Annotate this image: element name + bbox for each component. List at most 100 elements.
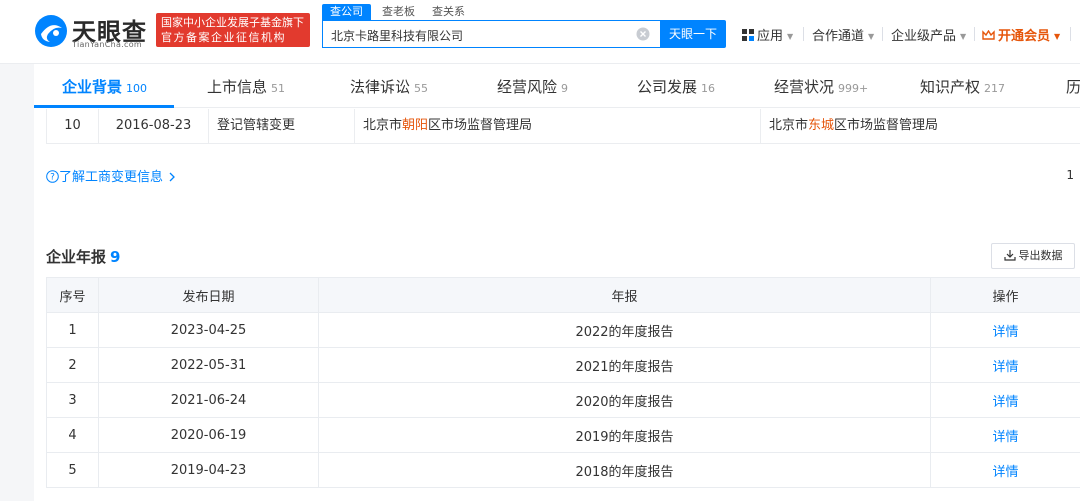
- chevron-down-icon: ▼: [868, 32, 875, 41]
- search-tab-relation[interactable]: 查关系: [432, 4, 465, 20]
- section-title-label: 企业年报: [46, 248, 107, 266]
- change-index: 10: [47, 109, 99, 144]
- change-before-text: 区市场监督管理局: [428, 118, 533, 133]
- nav-enterprise-label: 企业级产品: [891, 29, 957, 44]
- nav-divider: [974, 27, 975, 41]
- logo-domain: TianYanCha.com: [72, 40, 142, 49]
- row-report: 2020的年度报告: [318, 382, 931, 418]
- nav-divider: [803, 27, 804, 41]
- tab-count: 55: [414, 82, 429, 95]
- top-header: 天眼查 TianYanCha.com 国家中小企业发展子基金旗下 官方备案企业征…: [0, 0, 1080, 64]
- change-before-text: 北京市: [363, 118, 403, 133]
- table-row: 2 2022-05-31 2021的年度报告 详情: [46, 347, 1080, 383]
- change-info-link-label: 了解工商变更信息: [59, 170, 164, 185]
- crown-icon: [982, 29, 995, 40]
- tab-count: 16: [701, 82, 716, 95]
- row-index: 2: [46, 347, 99, 383]
- grid-icon: [742, 29, 754, 41]
- section-title: 企业年报 9: [46, 246, 120, 267]
- table-row: 3 2021-06-24 2020的年度报告 详情: [46, 382, 1080, 418]
- row-date: 2023-04-25: [98, 312, 319, 348]
- row-index: 4: [46, 417, 99, 453]
- change-info-link[interactable]: ? 了解工商变更信息: [46, 166, 177, 185]
- change-after-text: 北京市: [769, 118, 809, 133]
- detail-link[interactable]: 详情: [930, 452, 1080, 488]
- nav-divider: [882, 27, 883, 41]
- tab-label: 上市信息: [207, 78, 268, 96]
- export-button[interactable]: 导出数据: [991, 243, 1075, 269]
- column-header: 年报: [318, 277, 931, 313]
- nav-vip[interactable]: 开通会员 ▼: [982, 25, 1060, 44]
- clear-icon[interactable]: [636, 27, 650, 41]
- row-date: 2022-05-31: [98, 347, 319, 383]
- slogan-line-2: 官方备案企业征信机构: [161, 31, 286, 44]
- tab-count: 217: [984, 82, 1006, 95]
- company-detail-card: 企业背景 100 上市信息 51 法律诉讼 55 经营风险 9 公司发展 16 经营状况 9…: [34, 64, 1080, 501]
- tab-background[interactable]: 企业背景 100: [62, 76, 147, 97]
- row-report: 2022的年度报告: [318, 312, 931, 348]
- column-header: 发布日期: [98, 277, 319, 313]
- change-after: 北京市东城区市场监督管理局: [761, 109, 1080, 144]
- annual-report-table: 序号 发布日期 年报 操作 1 2023-04-25 2022的年度报告 详情 …: [46, 277, 1080, 488]
- change-item: 登记管辖变更: [209, 109, 355, 144]
- row-index: 1: [46, 312, 99, 348]
- detail-link[interactable]: 详情: [930, 382, 1080, 418]
- site-logo[interactable]: 天眼查 TianYanCha.com: [34, 12, 150, 49]
- change-before: 北京市朝阳区市场监督管理局: [355, 109, 761, 144]
- tab-risk[interactable]: 经营风险 9: [497, 76, 568, 97]
- row-date: 2020-06-19: [98, 417, 319, 453]
- search-tab-company[interactable]: 查公司: [322, 4, 371, 20]
- nav-vip-label: 开通会员: [998, 29, 1051, 44]
- search-input[interactable]: 北京卡路里科技有限公司: [322, 20, 660, 48]
- tab-label: 企业背景: [62, 78, 123, 96]
- nav-cooperation[interactable]: 合作通道 ▼: [812, 25, 874, 44]
- tab-label: 知识产权: [920, 78, 981, 96]
- row-report: 2018的年度报告: [318, 452, 931, 488]
- nav-enterprise[interactable]: 企业级产品 ▼: [891, 25, 966, 44]
- section-count: 9: [110, 248, 121, 266]
- detail-link[interactable]: 详情: [930, 417, 1080, 453]
- table-header-row: 序号 发布日期 年报 操作: [46, 277, 1080, 313]
- row-index: 5: [46, 452, 99, 488]
- tab-listing[interactable]: 上市信息 51: [207, 76, 285, 97]
- tab-label: 经营状况: [774, 78, 835, 96]
- table-row: 10 2016-08-23 登记管辖变更 北京市朝阳区市场监督管理局 北京市东城…: [46, 109, 1080, 144]
- nav-divider: [1070, 27, 1071, 41]
- tab-history[interactable]: 历: [1066, 76, 1080, 97]
- change-before-highlight: 朝阳: [402, 118, 429, 133]
- tab-development[interactable]: 公司发展 16: [637, 76, 715, 97]
- svg-text:?: ?: [50, 173, 55, 183]
- column-header: 操作: [930, 277, 1080, 313]
- slogan-badge: 国家中小企业发展子基金旗下 官方备案企业征信机构: [156, 13, 310, 47]
- tab-count: 9: [561, 82, 569, 95]
- table-row: 4 2020-06-19 2019的年度报告 详情: [46, 417, 1080, 453]
- section-tabs: 企业背景 100 上市信息 51 法律诉讼 55 经营风险 9 公司发展 16 经营状况 9…: [34, 64, 1080, 108]
- logo-icon: [35, 15, 67, 47]
- table-row: 1 2023-04-25 2022的年度报告 详情: [46, 312, 1080, 348]
- search-button[interactable]: 天眼一下: [660, 20, 726, 48]
- tab-label: 历: [1066, 78, 1080, 96]
- row-date: 2021-06-24: [98, 382, 319, 418]
- search-tab-boss[interactable]: 查老板: [382, 4, 415, 20]
- change-after-text: 区市场监督管理局: [834, 118, 939, 133]
- chevron-down-icon: ▼: [1054, 32, 1061, 41]
- change-date: 2016-08-23: [99, 109, 209, 144]
- pagination-page[interactable]: 1: [1066, 168, 1074, 182]
- chevron-down-icon: ▼: [787, 32, 794, 41]
- nav-apps[interactable]: 应用 ▼: [742, 25, 793, 44]
- tab-count: 999+: [838, 82, 869, 95]
- tab-ip[interactable]: 知识产权 217: [920, 76, 1005, 97]
- column-header: 序号: [46, 277, 99, 313]
- change-after-highlight: 东城: [808, 118, 835, 133]
- tab-operation[interactable]: 经营状况 999+: [774, 76, 868, 97]
- row-index: 3: [46, 382, 99, 418]
- detail-link[interactable]: 详情: [930, 312, 1080, 348]
- tab-label: 公司发展: [637, 78, 698, 96]
- export-button-label: 导出数据: [1018, 249, 1063, 262]
- active-tab-indicator: [34, 105, 174, 108]
- tab-litigation[interactable]: 法律诉讼 55: [350, 76, 428, 97]
- tab-label: 法律诉讼: [350, 78, 411, 96]
- detail-link[interactable]: 详情: [930, 347, 1080, 383]
- chevron-right-icon: [169, 172, 175, 182]
- table-row: 5 2019-04-23 2018的年度报告 详情: [46, 452, 1080, 488]
